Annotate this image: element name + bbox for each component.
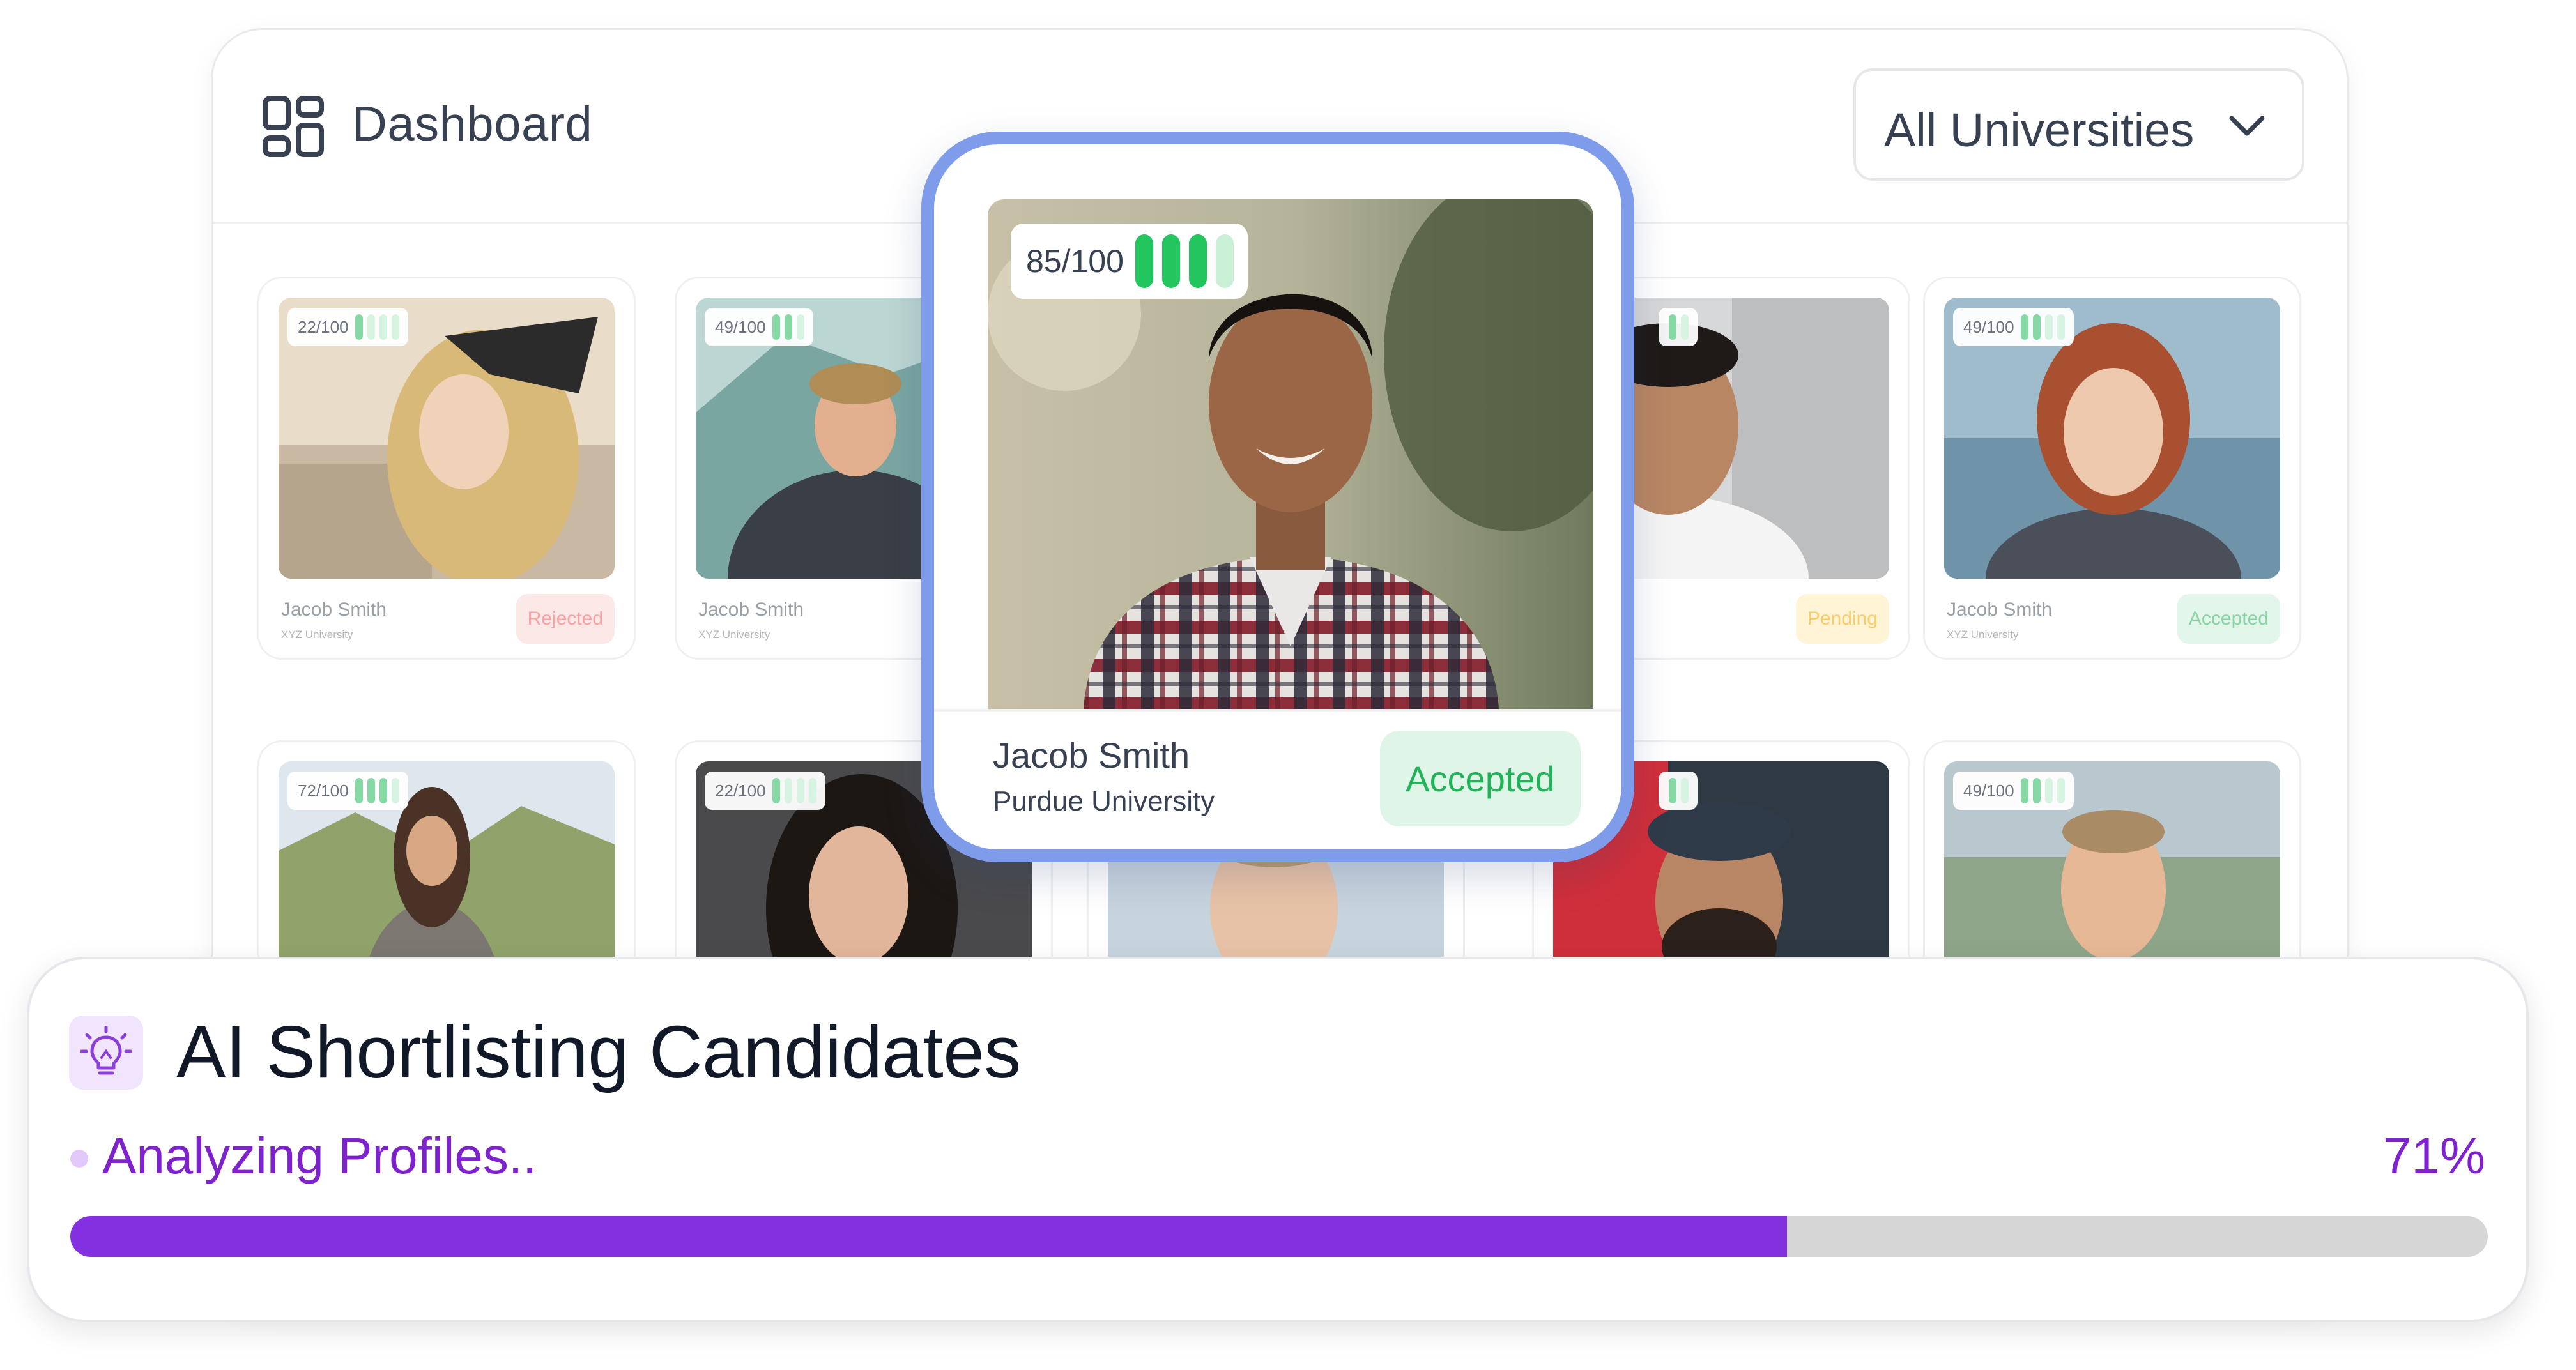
candidate-name: Jacob Smith (698, 599, 804, 620)
candidate-name: Jacob Smith (281, 599, 387, 620)
score-bars (772, 314, 804, 340)
status-dot (70, 1150, 88, 1168)
status-badge: Accepted (2177, 594, 2280, 644)
score-badge: 72/100 (288, 772, 408, 810)
score-bars (355, 314, 399, 340)
progress-bar (70, 1216, 2488, 1257)
score-badge: 49/100 (1953, 308, 2074, 346)
university-filter-dropdown[interactable]: All Universities (1853, 68, 2304, 181)
candidate-school: XYZ University (281, 628, 353, 641)
candidate-school: XYZ University (1947, 628, 2019, 641)
featured-candidate-card[interactable]: 85/100 Jacob Smith Purdue University Acc… (921, 132, 1634, 862)
lightbulb-icon (69, 1016, 143, 1090)
progress-percent: 71% (2382, 1127, 2485, 1184)
candidate-card[interactable]: 49/100 Jacob Smith XYZ University Accept… (1923, 277, 2301, 660)
score-badge: 49/100 (705, 308, 813, 346)
score-bars (1669, 778, 1689, 803)
ai-panel-title: AI Shortlisting Candidates (176, 1010, 1021, 1093)
dashboard-grid-icon (263, 96, 324, 157)
status-badge: Pending (1795, 594, 1889, 644)
progress-bar-fill (70, 1216, 1787, 1257)
divider (934, 709, 1621, 712)
score-badge: 22/100 (288, 308, 408, 346)
score-badge: 49/100 (1953, 772, 2074, 810)
score-bars (2020, 314, 2065, 340)
status-badge: Rejected (516, 594, 615, 644)
score-bars (1135, 234, 1234, 288)
featured-candidate-name: Jacob Smith (993, 735, 1190, 775)
chevron-down-icon (2229, 116, 2265, 136)
featured-score: 85/100 (1026, 243, 1124, 279)
score-bars (772, 778, 816, 803)
candidate-school: XYZ University (698, 628, 770, 641)
score-badge: 22/100 (705, 772, 825, 810)
university-filter-label: All Universities (1884, 103, 2195, 156)
featured-score-badge: 85/100 (1011, 224, 1248, 299)
candidate-name: Jacob Smith (1947, 599, 2053, 620)
analysis-status: Analyzing Profiles.. (102, 1127, 537, 1184)
candidate-card[interactable]: 22/100 Jacob Smith XYZ University Reject… (257, 277, 636, 660)
score-bars (2020, 778, 2065, 803)
score-badge (1659, 772, 1698, 810)
score-bars (1669, 314, 1689, 340)
page-title: Dashboard (352, 97, 593, 151)
featured-status-badge: Accepted (1380, 731, 1581, 826)
ai-shortlisting-panel: AI Shortlisting Candidates Analyzing Pro… (27, 957, 2529, 1322)
score-badge (1659, 308, 1698, 346)
score-bars (355, 778, 399, 803)
featured-candidate-school: Purdue University (993, 786, 1215, 817)
